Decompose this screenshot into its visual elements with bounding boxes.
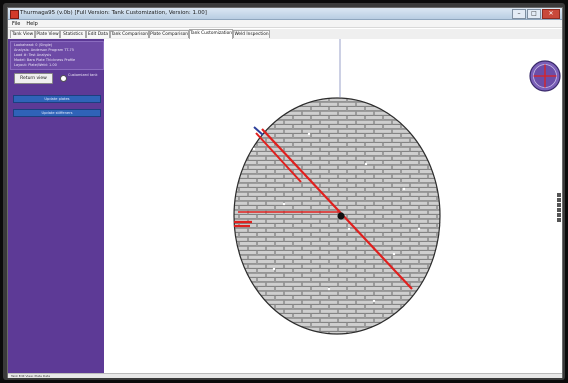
- info-panel: Lookahead: 0 (Single) Analysis: Anderson…: [10, 41, 104, 70]
- ruler-tick: [557, 218, 561, 222]
- screen-frame: Thurmaga95 (v.0b) [Full Version: Tank Cu…: [3, 3, 565, 380]
- ruler-tick: [557, 213, 561, 217]
- menu-file[interactable]: File: [12, 20, 20, 27]
- tab-plate-view[interactable]: Plate View: [35, 30, 60, 38]
- update-plates-button[interactable]: Update plates: [13, 95, 101, 103]
- center-point[interactable]: [337, 212, 345, 220]
- menu-help[interactable]: Help: [26, 20, 37, 27]
- info-line: Model: Bara Plate Thickness Profile: [14, 58, 76, 62]
- tab-statistics[interactable]: Statistics: [60, 30, 86, 38]
- close-button[interactable]: ✕: [542, 9, 560, 19]
- customized-radio-label: Customized tank: [68, 73, 98, 77]
- title-bar[interactable]: Thurmaga95 (v.0b) [Full Version: Tank Cu…: [8, 8, 562, 20]
- maximize-button[interactable]: □: [527, 9, 541, 19]
- tank-canvas[interactable]: [104, 39, 562, 373]
- ruler-tick: [557, 198, 561, 202]
- ruler-tick: [557, 193, 561, 197]
- cut-start-marker: [253, 126, 264, 136]
- right-ruler: [557, 193, 561, 233]
- window-controls: – □ ✕: [512, 9, 560, 19]
- tab-weld-inspection[interactable]: Weld Inspection: [233, 30, 270, 38]
- window-title: Thurmaga95 (v.0b) [Full Version: Tank Cu…: [20, 10, 207, 16]
- info-line: Lookahead: 0 (Single): [14, 43, 53, 47]
- ruler-tick: [557, 203, 561, 207]
- ruler-tick: [557, 208, 561, 212]
- tab-tank-comparison[interactable]: Tank Comparison: [110, 30, 149, 38]
- minimize-button[interactable]: –: [512, 9, 526, 19]
- return-view-button[interactable]: Return view: [14, 73, 53, 84]
- tab-tank-customization[interactable]: Tank Customization: [189, 29, 233, 39]
- app-window: Thurmaga95 (v.0b) [Full Version: Tank Cu…: [7, 7, 563, 378]
- compass-icon[interactable]: [529, 60, 561, 92]
- update-stiffeners-button[interactable]: Update stiffeners: [13, 109, 101, 117]
- menu-bar: File Help: [8, 20, 562, 28]
- info-line: Load #: Test Analysis: [14, 53, 52, 57]
- sidebar: Lookahead: 0 (Single) Analysis: Anderson…: [8, 39, 104, 373]
- tab-edit-data[interactable]: Edit Data: [86, 30, 110, 38]
- info-line: Layout: Plate/Weld: 1.00: [14, 63, 57, 67]
- info-line: Analysis: Anderson Program TT-75: [14, 48, 74, 52]
- tab-plate-comparison[interactable]: Plate Comparison: [149, 30, 189, 38]
- status-bar: Tank Edit View: Plate Data: [8, 373, 562, 378]
- customized-radio[interactable]: [60, 75, 67, 82]
- app-icon: [10, 10, 19, 19]
- tab-tank-view[interactable]: Tank View: [10, 30, 35, 38]
- tank-drawing[interactable]: [104, 39, 562, 373]
- status-text: Tank Edit View: Plate Data: [11, 374, 51, 378]
